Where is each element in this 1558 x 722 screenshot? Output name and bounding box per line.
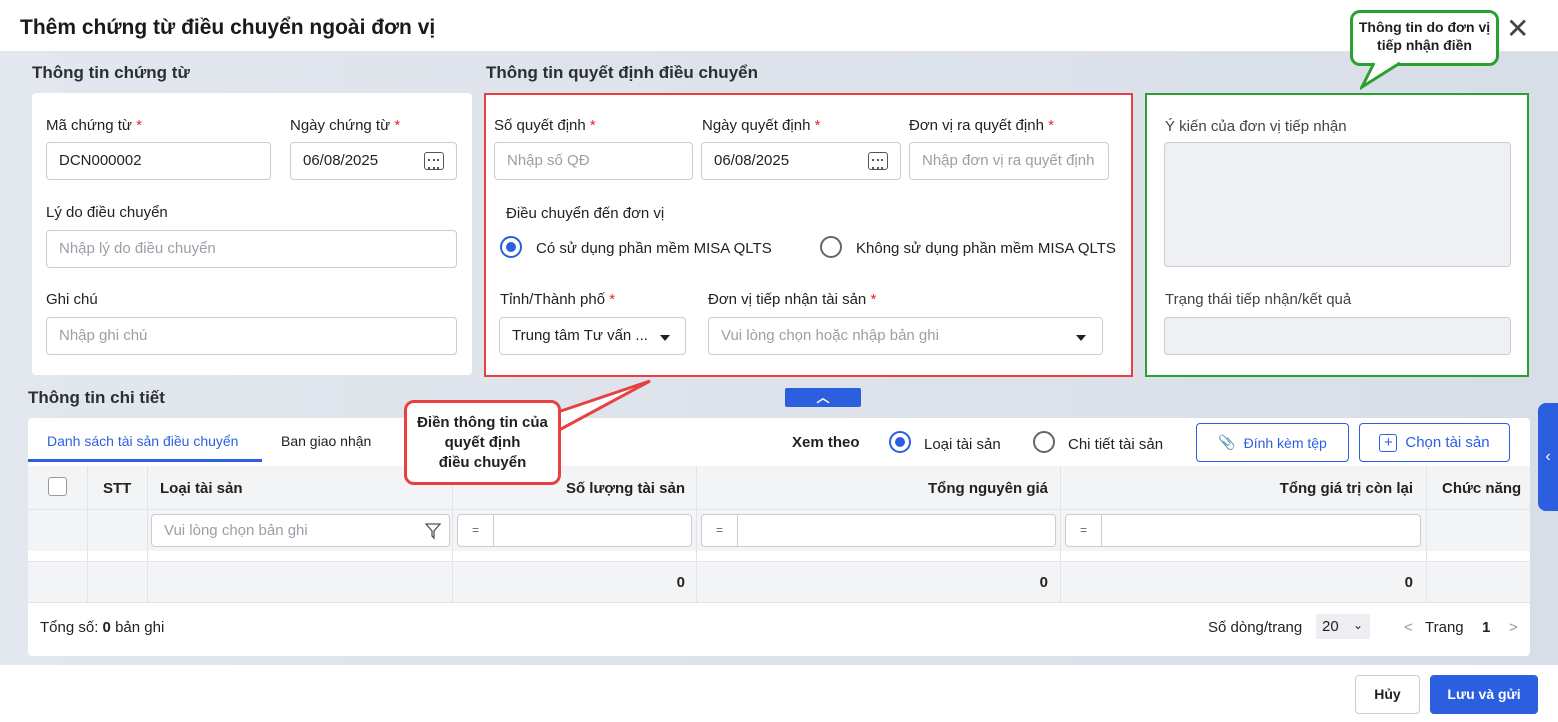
issuer-input[interactable]: Nhập đơn vị ra quyết định <box>909 142 1109 180</box>
note-input[interactable]: Nhập ghi chú <box>46 317 457 355</box>
issuer-label: Đơn vị ra quyết định * <box>909 117 1054 134</box>
opinion-label: Ý kiến của đơn vị tiếp nhận <box>1165 118 1347 135</box>
radio-uses-misa-label: Có sử dụng phần mềm MISA QLTS <box>536 240 772 257</box>
total-cost: 0 <box>1039 574 1048 591</box>
caret-down-icon <box>1076 335 1086 341</box>
decision-section-title: Thông tin quyết định điều chuyển <box>486 63 758 82</box>
date-input[interactable]: 06/08/2025 <box>290 142 457 180</box>
decision-date-input[interactable]: 06/08/2025 <box>701 142 901 180</box>
radio-uses-misa[interactable] <box>500 236 522 258</box>
dialog-footer <box>0 665 1558 722</box>
next-page-button[interactable]: > <box>1509 619 1518 636</box>
receiver-select[interactable]: Vui lòng chọn hoặc nhập bản ghi <box>708 317 1103 355</box>
callout-receiver-note: Thông tin do đơn vị tiếp nhận điền <box>1350 10 1499 66</box>
remaining-filter[interactable]: = <box>1065 514 1421 547</box>
cost-filter[interactable]: = <box>701 514 1056 547</box>
filter-icon[interactable] <box>424 522 442 540</box>
code-input[interactable]: DCN000002 <box>46 142 271 180</box>
opinion-textarea <box>1164 142 1511 267</box>
callout-pointer <box>1360 61 1401 90</box>
decision-number-label: Số quyết định * <box>494 117 596 134</box>
decision-date-label: Ngày quyết định * <box>702 117 821 134</box>
note-label: Ghi chú <box>46 291 98 308</box>
total-remaining: 0 <box>1404 574 1413 591</box>
select-all-checkbox[interactable] <box>48 477 67 496</box>
plus-icon: + <box>1379 433 1398 452</box>
prev-page-button[interactable]: < <box>1404 619 1413 636</box>
detail-section-title: Thông tin chi tiết <box>28 388 165 407</box>
tab-asset-list[interactable]: Danh sách tài sản điều chuyển <box>47 433 238 449</box>
reason-input[interactable]: Nhập lý do điều chuyển <box>46 230 457 268</box>
attach-file-button[interactable]: 📎 Đính kèm tệp <box>1196 423 1349 462</box>
close-icon[interactable]: ✕ <box>1506 12 1529 45</box>
province-select[interactable]: Trung tâm Tư vấn ... <box>499 317 686 355</box>
caret-down-icon <box>660 335 670 341</box>
status-field <box>1164 317 1511 355</box>
radio-no-misa-label: Không sử dụng phần mềm MISA QLTS <box>856 240 1116 257</box>
quantity-filter[interactable]: = <box>457 514 692 547</box>
asset-type-filter[interactable]: Vui lòng chọn bản ghi <box>151 514 450 547</box>
col-remaining-value: Tổng giá trị còn lại <box>1279 480 1413 497</box>
col-function: Chức năng <box>1442 480 1522 497</box>
view-by-label: Xem theo <box>792 434 860 451</box>
col-asset-type: Loại tài sản <box>160 480 243 497</box>
tab-handover[interactable]: Ban giao nhận <box>281 433 371 449</box>
col-original-cost: Tổng nguyên giá <box>928 480 1048 497</box>
province-label: Tỉnh/Thành phố * <box>500 291 616 308</box>
decision-number-input[interactable]: Nhập số QĐ <box>494 142 693 180</box>
code-label: Mã chứng từ * <box>46 117 142 134</box>
radio-view-detail[interactable] <box>1033 431 1055 453</box>
collapse-button[interactable]: ︿ <box>785 388 861 407</box>
choose-asset-button[interactable]: + Chọn tài sản <box>1359 423 1510 462</box>
calendar-icon[interactable] <box>424 152 444 170</box>
side-panel-toggle[interactable]: ‹ <box>1538 403 1558 511</box>
record-count: Tổng số: 0 bản ghi <box>40 619 165 636</box>
date-label: Ngày chứng từ * <box>290 117 401 134</box>
receiver-label: Đơn vị tiếp nhận tài sản * <box>708 291 877 308</box>
voucher-section-title: Thông tin chứng từ <box>32 63 190 82</box>
radio-view-type-label: Loại tài sản <box>924 436 1001 453</box>
radio-view-detail-label: Chi tiết tài sản <box>1068 436 1164 453</box>
cancel-button[interactable]: Hủy <box>1355 675 1420 714</box>
page-label: Trang <box>1425 619 1464 636</box>
save-send-button[interactable]: Lưu và gửi <box>1430 675 1538 714</box>
calendar-icon[interactable] <box>868 152 888 170</box>
radio-no-misa[interactable] <box>820 236 842 258</box>
col-stt: STT <box>103 480 132 497</box>
radio-view-type[interactable] <box>889 431 911 453</box>
reason-label: Lý do điều chuyển <box>46 204 168 221</box>
target-label: Điều chuyển đến đơn vị <box>506 205 665 222</box>
page-number: 1 <box>1482 619 1491 636</box>
rows-per-page-select[interactable]: 20 ⌄ <box>1316 614 1370 639</box>
paperclip-icon: 📎 <box>1218 434 1236 450</box>
dialog-title: Thêm chứng từ điều chuyển ngoài đơn vị <box>20 16 436 39</box>
total-quantity: 0 <box>676 574 685 591</box>
rows-per-page-label: Số dòng/trang <box>1208 619 1303 636</box>
status-label: Trạng thái tiếp nhận/kết quả <box>1165 291 1352 308</box>
active-tab-indicator <box>28 459 262 462</box>
callout-decision-note: Điền thông tin của quyết định điều chuyển <box>404 400 561 485</box>
